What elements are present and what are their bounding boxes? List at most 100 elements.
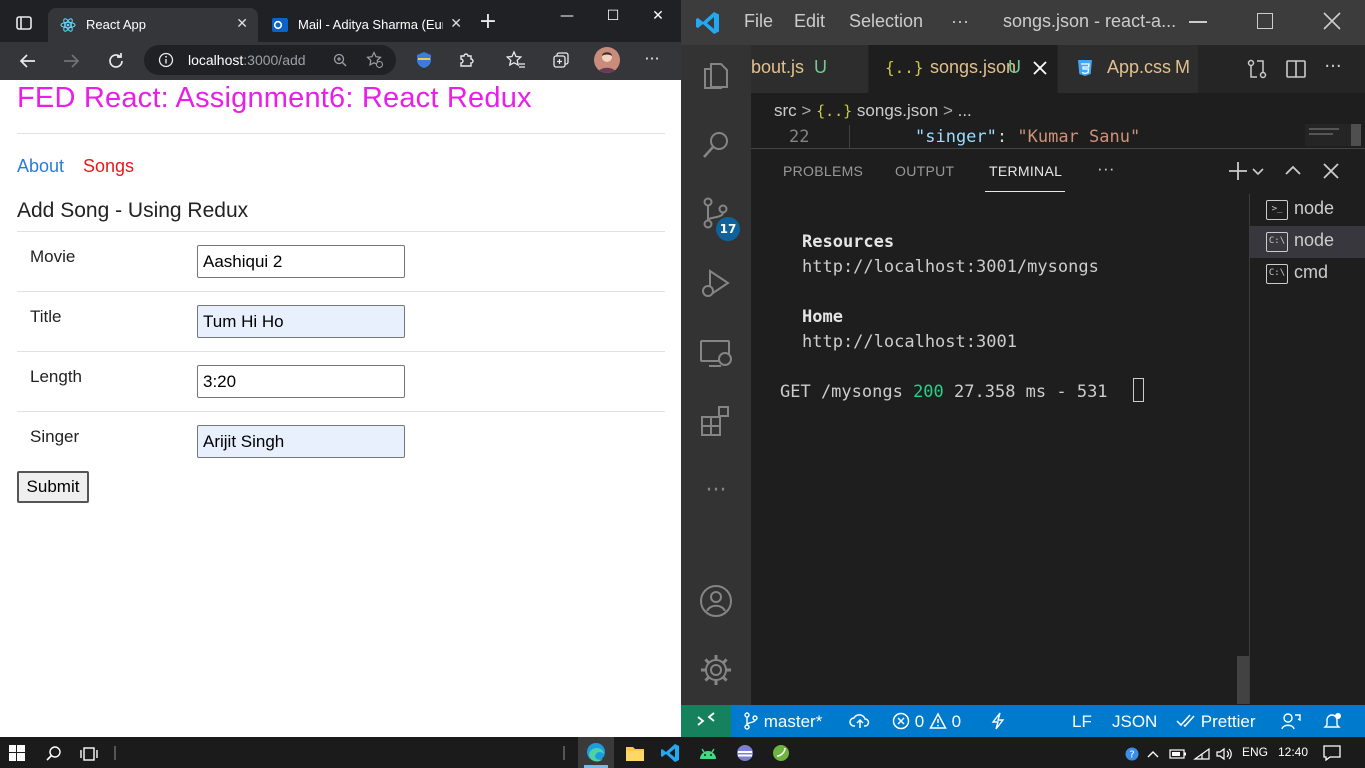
tab-songs-json[interactable]: {..} songs.json U bbox=[869, 45, 1057, 93]
windows-taskbar: ? ENG 12:40 bbox=[0, 737, 1365, 768]
tab-actions-icon[interactable] bbox=[12, 11, 36, 35]
run-debug-icon[interactable] bbox=[698, 265, 734, 301]
nav-link-songs[interactable]: Songs bbox=[83, 156, 134, 177]
breadcrumb-more[interactable]: ... bbox=[958, 101, 972, 120]
forward-icon[interactable] bbox=[59, 49, 83, 73]
minimize-icon[interactable] bbox=[1189, 21, 1207, 23]
tab-mail[interactable]: Mail - Aditya Sharma (Euro ✕ bbox=[260, 8, 472, 42]
breadcrumb-file[interactable]: songs.json bbox=[857, 101, 938, 120]
movie-input[interactable] bbox=[197, 245, 405, 278]
terminal-item-cmd[interactable]: C:\ cmd bbox=[1250, 258, 1365, 290]
more-menu-icon[interactable]: ··· bbox=[640, 50, 664, 70]
browser-tab-strip: React App ✕ Mail - Aditya Sharma (Euro ✕… bbox=[0, 0, 681, 42]
remote-explorer-icon[interactable] bbox=[698, 335, 734, 371]
settings-gear-icon[interactable] bbox=[698, 652, 734, 688]
branch-status[interactable]: master* bbox=[743, 712, 822, 732]
vscode-title-bar: File Edit Selection ··· songs.json - rea… bbox=[681, 0, 1365, 45]
split-editor-icon[interactable] bbox=[1285, 58, 1307, 80]
tab-app-css[interactable]: App.css M bbox=[1058, 45, 1198, 93]
task-view-icon[interactable] bbox=[80, 745, 98, 763]
close-icon[interactable]: ✕ bbox=[236, 15, 248, 32]
input-language[interactable]: ENG bbox=[1242, 745, 1268, 759]
maximize-icon[interactable]: ☐ bbox=[590, 0, 636, 32]
tab-terminal[interactable]: TERMINAL bbox=[989, 163, 1062, 179]
eol-status[interactable]: LF bbox=[1072, 712, 1092, 732]
app-taskbar-icon[interactable] bbox=[735, 743, 755, 763]
info-icon[interactable] bbox=[158, 52, 174, 68]
notifications-icon[interactable] bbox=[1323, 745, 1341, 762]
language-status[interactable]: JSON bbox=[1112, 712, 1157, 732]
search-icon[interactable] bbox=[45, 745, 63, 763]
explorer-icon[interactable] bbox=[698, 58, 734, 94]
extension-shield-icon[interactable] bbox=[414, 50, 434, 70]
vscode-taskbar-icon[interactable] bbox=[660, 743, 680, 763]
tab-output[interactable]: OUTPUT bbox=[895, 163, 954, 179]
favorites-icon[interactable] bbox=[505, 50, 526, 70]
file-explorer-icon[interactable] bbox=[625, 744, 645, 762]
menu-file[interactable]: File bbox=[744, 11, 773, 32]
spring-tool-icon[interactable] bbox=[771, 743, 791, 763]
minimize-icon[interactable]: — bbox=[544, 0, 590, 32]
close-panel-icon[interactable] bbox=[1321, 161, 1341, 181]
collections-icon[interactable] bbox=[551, 50, 571, 70]
extensions-puzzle-icon[interactable] bbox=[457, 50, 477, 70]
clock[interactable]: 12:40 bbox=[1278, 745, 1308, 759]
profile-avatar[interactable] bbox=[594, 47, 620, 73]
refresh-icon[interactable] bbox=[104, 49, 128, 73]
breadcrumb-folder[interactable]: src bbox=[774, 101, 797, 120]
tab-problems[interactable]: PROBLEMS bbox=[783, 163, 863, 179]
terminal-item-node-1[interactable]: >_ node bbox=[1250, 194, 1365, 226]
menu-selection[interactable]: Selection bbox=[849, 11, 923, 32]
maximize-icon[interactable] bbox=[1257, 13, 1273, 29]
zoom-icon[interactable] bbox=[332, 52, 348, 68]
status-bar: master* 0 0 LF JSON Prettier bbox=[681, 705, 1365, 737]
open-changes-icon[interactable] bbox=[1246, 58, 1268, 80]
tab-about-js[interactable]: bout.js U bbox=[751, 45, 868, 93]
help-icon[interactable]: ? bbox=[1125, 746, 1139, 761]
panel-more-icon[interactable]: ··· bbox=[1097, 159, 1115, 179]
android-studio-icon[interactable] bbox=[697, 743, 719, 763]
close-window-icon[interactable]: ✕ bbox=[635, 0, 681, 32]
chevron-up-icon[interactable] bbox=[1146, 746, 1160, 760]
terminal-item-node-2[interactable]: C:\ node bbox=[1250, 226, 1365, 258]
close-icon[interactable]: ✕ bbox=[450, 15, 462, 32]
title-input[interactable] bbox=[197, 305, 405, 338]
extensions-icon[interactable] bbox=[698, 403, 734, 439]
close-window-icon[interactable] bbox=[1321, 10, 1343, 32]
lightning-icon[interactable] bbox=[991, 712, 1005, 735]
accounts-icon[interactable] bbox=[698, 583, 734, 619]
chevron-down-icon[interactable] bbox=[1251, 164, 1265, 178]
nav-link-about[interactable]: About bbox=[17, 156, 64, 177]
singer-input[interactable] bbox=[197, 425, 405, 458]
volume-icon[interactable] bbox=[1216, 746, 1234, 761]
submit-button[interactable]: Submit bbox=[17, 471, 89, 503]
feedback-icon[interactable] bbox=[1281, 712, 1301, 735]
back-icon[interactable] bbox=[16, 49, 40, 73]
terminal-output[interactable]: Resources http://localhost:3001/mysongs … bbox=[751, 194, 1249, 704]
favorite-add-icon[interactable] bbox=[366, 51, 384, 69]
battery-icon[interactable] bbox=[1169, 746, 1187, 760]
menu-more[interactable]: ··· bbox=[951, 11, 969, 32]
sync-cloud-icon[interactable] bbox=[849, 711, 871, 736]
maximize-panel-icon[interactable] bbox=[1283, 161, 1303, 181]
cmd-icon: C:\ bbox=[1266, 264, 1288, 284]
code-line[interactable]: 22 "singer": "Kumar Sanu" bbox=[751, 125, 1365, 148]
edge-taskbar-icon[interactable] bbox=[578, 737, 614, 768]
prettier-status[interactable]: Prettier bbox=[1176, 712, 1256, 732]
terminal-scrollbar[interactable] bbox=[1237, 656, 1249, 704]
remote-indicator-icon[interactable] bbox=[681, 705, 731, 737]
notifications-bell-icon[interactable] bbox=[1323, 712, 1343, 735]
wifi-icon[interactable] bbox=[1193, 746, 1211, 760]
search-icon[interactable] bbox=[698, 127, 734, 163]
tab-react-app[interactable]: React App ✕ bbox=[48, 8, 258, 42]
close-icon[interactable] bbox=[1031, 59, 1049, 77]
more-views-icon[interactable]: ··· bbox=[698, 473, 734, 509]
editor-more-icon[interactable]: ··· bbox=[1321, 55, 1345, 79]
windows-start-icon[interactable] bbox=[9, 745, 25, 761]
problems-status[interactable]: 0 0 bbox=[892, 712, 961, 732]
new-tab-icon[interactable]: + bbox=[476, 11, 500, 35]
length-input[interactable] bbox=[197, 365, 405, 398]
new-terminal-icon[interactable] bbox=[1227, 160, 1249, 182]
address-bar[interactable]: localhost:3000/add bbox=[144, 45, 396, 75]
menu-edit[interactable]: Edit bbox=[794, 11, 825, 32]
